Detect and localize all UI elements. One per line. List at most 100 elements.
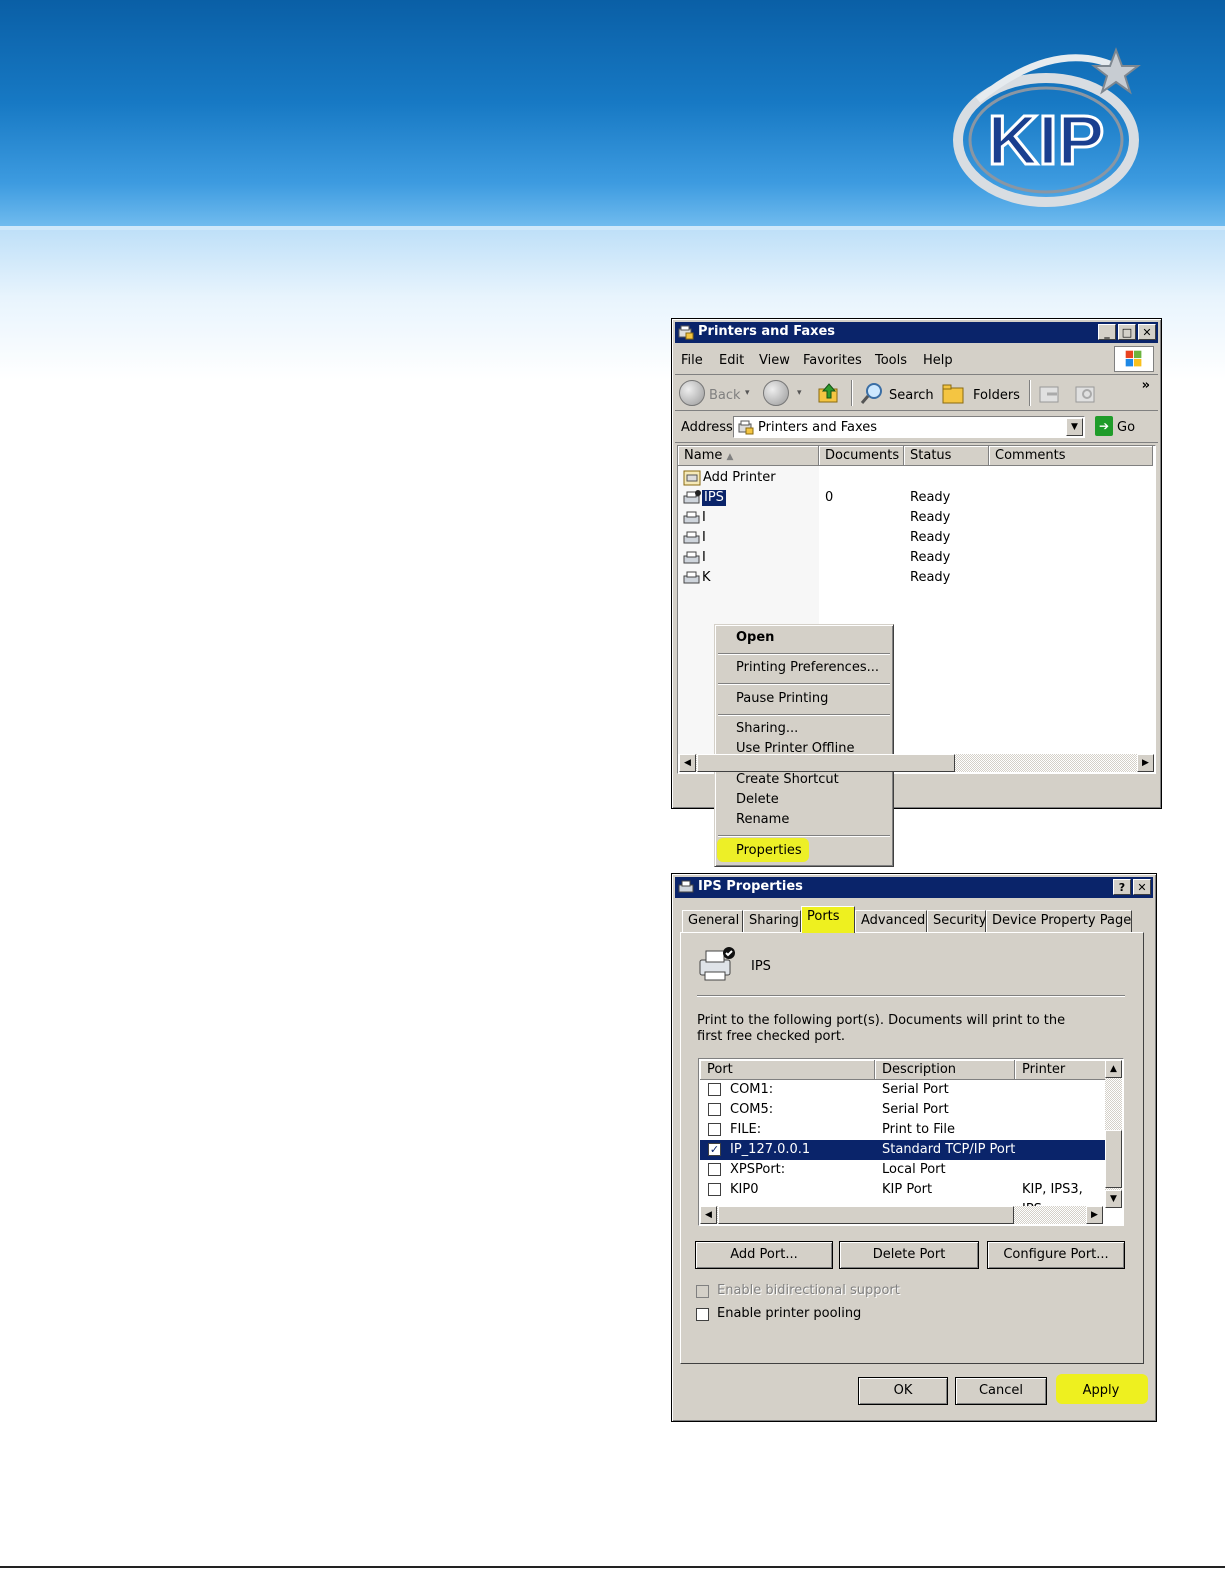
port-checkbox[interactable] <box>708 1103 721 1116</box>
ok-button[interactable]: OK <box>858 1377 948 1405</box>
menu-edit[interactable]: Edit <box>719 353 744 368</box>
apply-button[interactable]: Apply <box>1055 1377 1147 1405</box>
table-row[interactable]: KIP0KIP PortKIP, IPS3, IPS <box>700 1180 1105 1217</box>
table-row[interactable]: I Ready <box>680 508 1160 528</box>
scroll-thumb[interactable] <box>718 1206 1014 1224</box>
close-button[interactable]: ✕ <box>1133 879 1151 895</box>
menu-item-sharing[interactable]: Sharing... <box>736 721 798 736</box>
scroll-thumb[interactable] <box>697 754 955 772</box>
move-to-icon[interactable] <box>1037 382 1063 406</box>
menu-item-properties[interactable]: Properties <box>736 843 802 858</box>
scroll-right-icon[interactable]: ▶ <box>1086 1206 1103 1224</box>
up-folder-icon[interactable] <box>817 381 841 405</box>
scroll-right-icon[interactable]: ▶ <box>1137 754 1154 772</box>
table-row[interactable]: XPSPort: Local Port <box>700 1160 1105 1180</box>
tab-general[interactable]: General <box>682 910 743 932</box>
toolbar: Back ▾ ▾ Search Folders » <box>675 376 1158 411</box>
cancel-button[interactable]: Cancel <box>955 1377 1047 1405</box>
column-printer[interactable]: Printer <box>1015 1060 1106 1080</box>
column-comments[interactable]: Comments <box>989 446 1153 466</box>
svg-text:KIP: KIP <box>988 101 1105 179</box>
dialog-title: IPS Properties <box>698 879 803 894</box>
menu-item-delete[interactable]: Delete <box>736 792 779 807</box>
search-icon[interactable] <box>859 381 885 407</box>
horizontal-scrollbar[interactable]: ◀ ▶ <box>679 754 1154 772</box>
printer-icon <box>683 490 701 504</box>
menu-tools[interactable]: Tools <box>875 353 907 368</box>
close-button[interactable]: ✕ <box>1138 324 1156 340</box>
add-port-button[interactable]: Add Port... <box>695 1241 833 1269</box>
bidirectional-label: Enable bidirectional support <box>717 1283 900 1298</box>
address-label: Address <box>681 420 733 435</box>
back-arrow-icon[interactable] <box>679 380 705 406</box>
back-dropdown-icon[interactable]: ▾ <box>745 388 750 398</box>
scroll-thumb[interactable] <box>1105 1130 1122 1188</box>
table-row-selected[interactable]: ✓ IP_127.0.0.1 Standard TCP/IP Port <box>700 1140 1105 1160</box>
bidirectional-checkbox[interactable] <box>696 1285 709 1298</box>
printer-pooling-checkbox[interactable] <box>696 1308 709 1321</box>
forward-dropdown-icon[interactable]: ▾ <box>797 388 802 398</box>
tab-sharing[interactable]: Sharing <box>743 910 801 932</box>
table-row[interactable]: I Ready <box>680 548 1160 568</box>
toolbar-overflow-icon[interactable]: » <box>1142 378 1150 393</box>
window-title: Printers and Faxes <box>698 324 836 339</box>
help-button[interactable]: ? <box>1113 879 1131 895</box>
list-item[interactable]: Add Printer <box>680 468 820 488</box>
port-list: Port Description Printer COM1: Serial Por… <box>698 1058 1124 1226</box>
menu-help[interactable]: Help <box>923 353 953 368</box>
column-name[interactable]: Name ▲ <box>678 446 819 466</box>
delete-port-button[interactable]: Delete Port <box>839 1241 979 1269</box>
menu-item-pause-printing[interactable]: Pause Printing <box>736 691 828 706</box>
port-checkbox[interactable] <box>708 1183 721 1196</box>
footer-rule <box>0 1566 1225 1568</box>
tab-ports[interactable]: Ports <box>801 906 855 933</box>
minimize-button[interactable]: _ <box>1098 324 1116 340</box>
table-row[interactable]: IPS 0 Ready <box>680 488 1160 508</box>
table-row[interactable]: FILE: Print to File <box>700 1120 1105 1140</box>
address-dropdown-icon[interactable]: ▼ <box>1066 418 1083 436</box>
vertical-scrollbar[interactable]: ▲ ▼ <box>1105 1060 1122 1208</box>
column-port[interactable]: Port <box>700 1060 875 1080</box>
search-button[interactable]: Search <box>889 388 934 403</box>
add-printer-icon <box>683 470 701 486</box>
menu-item-create-shortcut[interactable]: Create Shortcut <box>736 772 839 787</box>
table-row[interactable]: COM5: Serial Port <box>700 1100 1105 1120</box>
column-status[interactable]: Status <box>904 446 989 466</box>
go-arrow-icon[interactable]: ➔ <box>1095 416 1113 436</box>
column-documents[interactable]: Documents <box>819 446 904 466</box>
folders-button[interactable]: Folders <box>973 388 1020 403</box>
scroll-up-icon[interactable]: ▲ <box>1105 1060 1122 1078</box>
maximize-button[interactable]: □ <box>1118 324 1136 340</box>
tab-advanced[interactable]: Advanced <box>855 910 927 932</box>
menu-file[interactable]: File <box>681 353 703 368</box>
port-checkbox[interactable] <box>708 1163 721 1176</box>
port-checkbox[interactable] <box>708 1123 721 1136</box>
menu-view[interactable]: View <box>759 353 790 368</box>
horizontal-scrollbar[interactable]: ◀ ▶ <box>700 1206 1103 1224</box>
folders-icon[interactable] <box>941 382 967 406</box>
copy-to-icon[interactable] <box>1073 382 1099 406</box>
port-checkbox[interactable] <box>708 1083 721 1096</box>
table-row[interactable]: COM1: Serial Port <box>700 1080 1105 1100</box>
table-row[interactable]: I Ready <box>680 528 1160 548</box>
table-row[interactable]: K Ready <box>680 568 1160 588</box>
forward-arrow-icon[interactable] <box>763 380 789 406</box>
menu-bar: File Edit View Favorites Tools Help <box>675 346 1158 375</box>
menu-item-open[interactable]: Open <box>736 630 774 645</box>
tab-device-property-page[interactable]: Device Property Page <box>986 910 1132 932</box>
scroll-left-icon[interactable]: ◀ <box>700 1206 717 1224</box>
menu-item-printing-preferences[interactable]: Printing Preferences... <box>736 660 879 675</box>
scroll-left-icon[interactable]: ◀ <box>679 754 696 772</box>
scroll-down-icon[interactable]: ▼ <box>1105 1190 1122 1208</box>
configure-port-button[interactable]: Configure Port... <box>987 1241 1125 1269</box>
printer-icon <box>678 880 694 893</box>
back-button[interactable]: Back <box>709 388 741 403</box>
menu-favorites[interactable]: Favorites <box>803 353 862 368</box>
menu-item-rename[interactable]: Rename <box>736 812 789 827</box>
port-checkbox-checked[interactable]: ✓ <box>708 1143 721 1156</box>
printer-icon <box>683 511 700 524</box>
column-description[interactable]: Description <box>875 1060 1015 1080</box>
go-button[interactable]: Go <box>1117 420 1135 435</box>
address-field[interactable]: Printers and Faxes ▼ <box>733 416 1085 438</box>
tab-security[interactable]: Security <box>927 910 986 932</box>
